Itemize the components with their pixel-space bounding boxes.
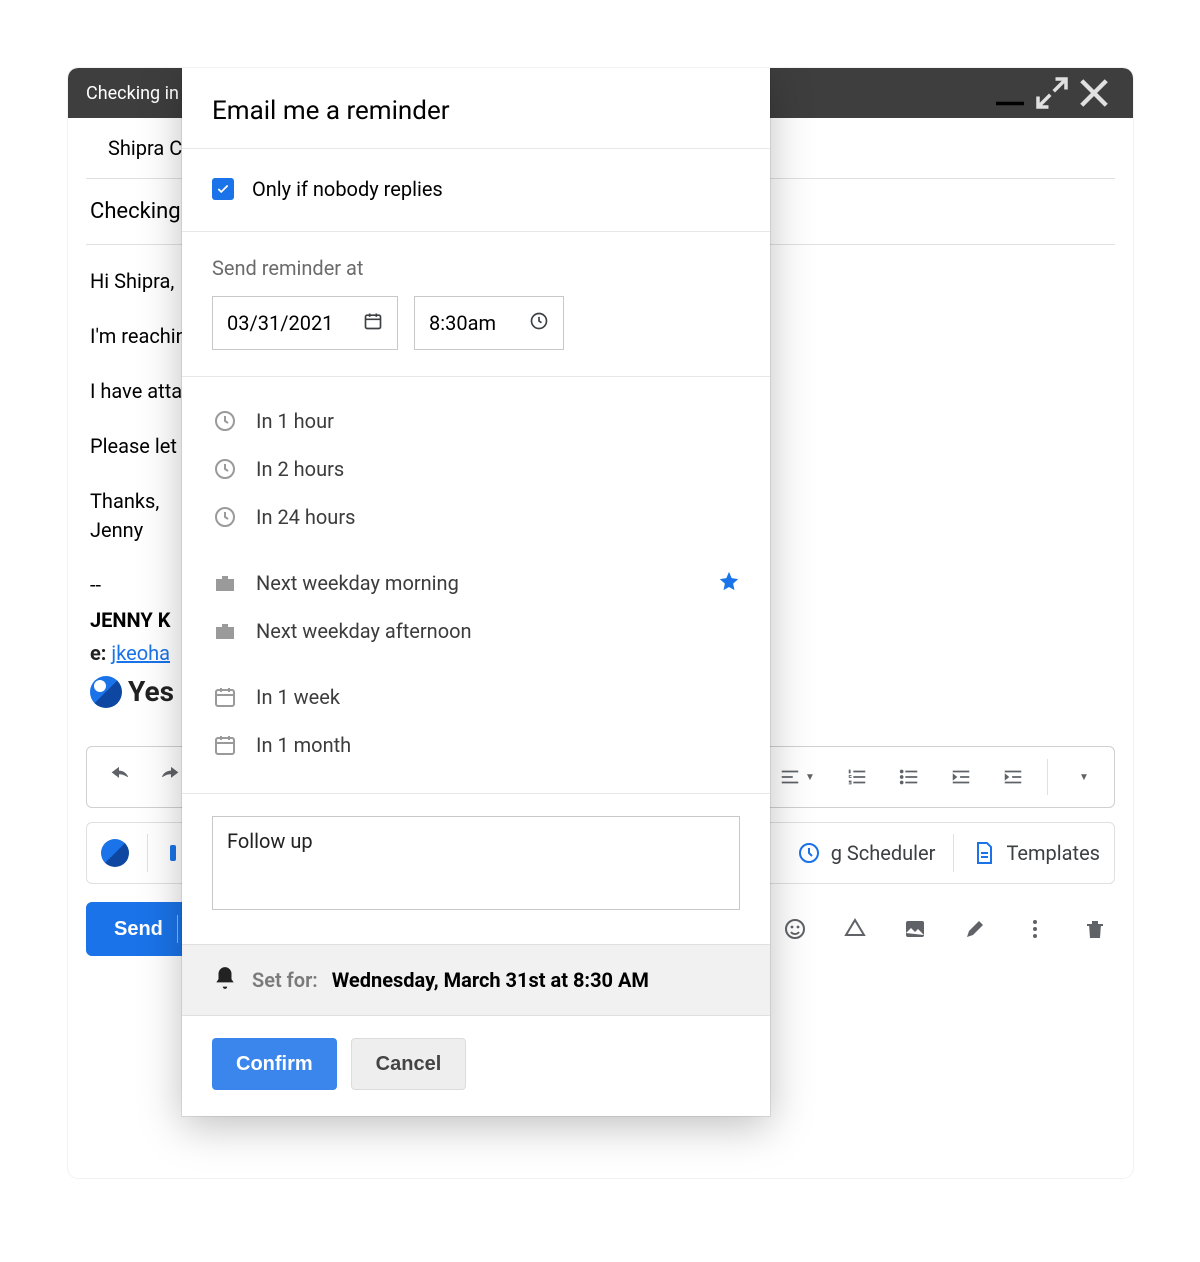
clock-icon [212, 408, 238, 434]
compose-title: Checking in [86, 83, 179, 104]
image-icon[interactable] [895, 909, 935, 949]
close-icon[interactable] [1073, 72, 1115, 114]
cancel-button[interactable]: Cancel [351, 1038, 467, 1090]
only-if-nobody-replies-checkbox[interactable] [212, 178, 234, 200]
clock-icon [212, 456, 238, 482]
yesware-logo: Yes [90, 672, 174, 713]
calendar-icon [212, 684, 238, 710]
calendar-icon [363, 311, 383, 336]
calendar-icon [212, 732, 238, 758]
numbered-list-icon[interactable] [835, 758, 879, 796]
emoji-icon[interactable] [775, 909, 815, 949]
drive-icon[interactable] [835, 909, 875, 949]
bulleted-list-icon[interactable] [887, 758, 931, 796]
minimize-icon[interactable] [989, 72, 1031, 114]
star-icon [718, 570, 740, 597]
reminder-note-input[interactable] [212, 816, 740, 910]
preset-in-1-month[interactable]: In 1 month [212, 721, 740, 769]
set-for-summary: Set for: Wednesday, March 31st at 8:30 A… [182, 944, 770, 1016]
more-options-icon[interactable] [1015, 909, 1055, 949]
expand-icon[interactable] [1031, 72, 1073, 114]
reminder-time-field[interactable]: 8:30am [414, 296, 564, 350]
preset-in-1-hour[interactable]: In 1 hour [212, 397, 740, 445]
trash-icon[interactable] [1075, 909, 1115, 949]
preset-next-weekday-morning[interactable]: Next weekday morning [212, 559, 740, 607]
only-if-nobody-replies-label: Only if nobody replies [252, 177, 443, 201]
clock-icon [212, 504, 238, 530]
undo-icon[interactable] [97, 758, 141, 796]
reminder-popup: Email me a reminder Only if nobody repli… [182, 68, 770, 1116]
more-formatting-dropdown[interactable]: ▼ [1060, 758, 1104, 796]
briefcase-icon [212, 618, 238, 644]
briefcase-icon [212, 570, 238, 596]
clock-icon [529, 311, 549, 336]
send-reminder-at-label: Send reminder at [212, 256, 740, 280]
preset-in-24-hours[interactable]: In 24 hours [212, 493, 740, 541]
align-dropdown[interactable]: ▼ [767, 758, 827, 796]
reminder-date-field[interactable]: 03/31/2021 [212, 296, 398, 350]
pen-icon[interactable] [955, 909, 995, 949]
indent-decrease-icon[interactable] [939, 758, 983, 796]
bell-icon [212, 965, 238, 996]
yesware-menu[interactable] [101, 839, 129, 867]
meeting-scheduler[interactable]: g Scheduler [797, 841, 936, 865]
preset-next-weekday-afternoon[interactable]: Next weekday afternoon [212, 607, 740, 655]
indent-increase-icon[interactable] [991, 758, 1035, 796]
confirm-button[interactable]: Confirm [212, 1038, 337, 1090]
preset-in-1-week[interactable]: In 1 week [212, 673, 740, 721]
popup-title: Email me a reminder [182, 68, 770, 149]
preset-in-2-hours[interactable]: In 2 hours [212, 445, 740, 493]
templates-button[interactable]: Templates [972, 841, 1100, 865]
